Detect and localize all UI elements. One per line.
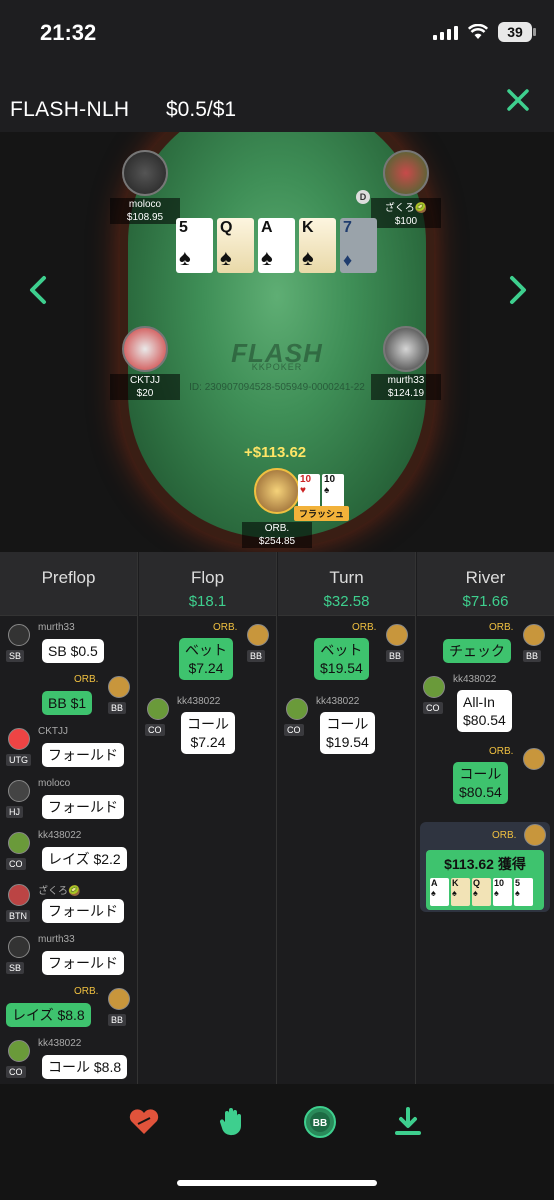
- seat-top-right[interactable]: ざくろ🥝 $100: [371, 150, 441, 228]
- seat-stack: $100: [371, 215, 441, 228]
- winning-card: A ♠: [430, 878, 449, 906]
- player-avatar: [108, 988, 130, 1010]
- street-title: Preflop: [41, 568, 96, 587]
- heart-fold-icon[interactable]: [126, 1104, 162, 1140]
- hand-history: Preflop murth33 SB SB $0.5 ORB. BB BB $1…: [0, 552, 554, 1084]
- player-avatar: [423, 676, 445, 698]
- player-avatar: [8, 624, 30, 646]
- street-pot: $18.1: [188, 593, 227, 610]
- player-avatar: [8, 780, 30, 802]
- player-avatar: [386, 624, 408, 646]
- poker-table: FLASH KKPOKER ID: 230907094528-505949-00…: [0, 132, 554, 552]
- hand-id: ID: 230907094528-505949-0000241-22: [189, 382, 365, 393]
- stakes: $0.5/$1: [166, 98, 237, 121]
- street-header-river[interactable]: River $71.66: [417, 552, 554, 616]
- preflop-column: Preflop murth33 SB SB $0.5 ORB. BB BB $1…: [0, 552, 138, 1084]
- flop-column: Flop $18.1 ORB. BB ベット $7.24 kk438022 CO …: [139, 552, 277, 1084]
- player-avatar: [523, 748, 545, 770]
- winner-box: ORB. $113.62 獲得 A ♠ K ♠ Q ♠ 10 ♠ 5 ♠: [420, 822, 550, 912]
- player-avatar: [8, 832, 30, 854]
- home-indicator[interactable]: [177, 1180, 377, 1186]
- wifi-icon: [468, 24, 488, 39]
- player-avatar: [147, 698, 169, 720]
- player-avatar: [524, 824, 546, 846]
- felt-logo-sub: KKPOKER: [251, 362, 303, 372]
- bb-chip-icon[interactable]: BB: [302, 1104, 338, 1140]
- previous-hand-arrow-icon[interactable]: [24, 272, 54, 308]
- download-icon[interactable]: [390, 1104, 426, 1140]
- river-column: River $71.66 ORB. BB チェック kk438022 CO Al…: [417, 552, 554, 1084]
- street-pot: $32.58: [323, 593, 370, 610]
- winning-card: 10 ♠: [493, 878, 512, 906]
- player-avatar: [8, 1040, 30, 1062]
- turn-column: Turn $32.58 ORB. BB ベット $19.54 kk438022 C…: [278, 552, 416, 1084]
- header: FLASH-NLH $0.5/$1: [0, 70, 554, 132]
- street-header-turn[interactable]: Turn $32.58: [278, 552, 415, 616]
- avatar: [383, 326, 429, 372]
- hero-card: 10 ♠: [322, 474, 344, 508]
- player-avatar: [108, 676, 130, 698]
- player-avatar: [286, 698, 308, 720]
- hand-icon[interactable]: [214, 1104, 250, 1140]
- winning-card: 5 ♠: [514, 878, 533, 906]
- seat-top-left[interactable]: moloco $108.95: [110, 150, 180, 224]
- avatar: [122, 326, 168, 372]
- player-avatar: [8, 884, 30, 906]
- seat-name: CKTJJ: [110, 374, 180, 387]
- community-cards: 5 ♠ Q ♠ A ♠ K ♠ 7 ♦: [176, 218, 377, 273]
- winning-hand: A ♠ K ♠ Q ♠ 10 ♠ 5 ♠: [430, 878, 533, 906]
- avatar: [122, 150, 168, 196]
- signal-icon: [433, 24, 458, 40]
- seat-mid-right[interactable]: murth33 $124.19: [371, 326, 441, 400]
- seat-stack: $20: [110, 387, 180, 400]
- hand-rank-badge: フラッシュ: [294, 506, 350, 521]
- hero-card: 10 ♥: [298, 474, 320, 508]
- close-icon[interactable]: [504, 86, 532, 114]
- game-title: FLASH-NLH: [10, 98, 130, 121]
- seat-mid-left[interactable]: CKTJJ $20: [110, 326, 180, 400]
- svg-text:BB: BB: [313, 1118, 327, 1129]
- seat-stack: $124.19: [371, 387, 441, 400]
- hero-cards: 10 ♥ 10 ♠: [298, 474, 344, 508]
- seat-name: moloco: [110, 198, 180, 211]
- battery-icon: 39: [498, 22, 536, 42]
- street-title: Turn: [329, 568, 364, 587]
- street-pot: $71.66: [462, 593, 509, 610]
- next-hand-arrow-icon[interactable]: [502, 272, 532, 308]
- status-icons: 39: [433, 22, 536, 42]
- board-card: Q ♠: [217, 218, 254, 273]
- player-avatar: [8, 936, 30, 958]
- dealer-button: D: [356, 190, 370, 204]
- seat-name: ORB.: [242, 522, 312, 535]
- seat-name: ざくろ🥝: [371, 198, 441, 215]
- status-time: 21:32: [40, 20, 97, 45]
- board-card: 7 ♦: [340, 218, 377, 273]
- winning-card: K ♠: [451, 878, 470, 906]
- player-avatar: [523, 624, 545, 646]
- player-avatar: [247, 624, 269, 646]
- winning-card: Q ♠: [472, 878, 491, 906]
- player-avatar: [8, 728, 30, 750]
- board-card: K ♠: [299, 218, 336, 273]
- status-bar: 21:32 39: [0, 0, 554, 70]
- seat-stack: $108.95: [110, 211, 180, 224]
- board-card: A ♠: [258, 218, 295, 273]
- street-title: River: [465, 568, 506, 587]
- win-amount: +$113.62: [244, 444, 307, 461]
- winner-label: $113.62 獲得 A ♠ K ♠ Q ♠ 10 ♠ 5 ♠: [426, 850, 544, 910]
- street-title: Flop: [190, 568, 225, 587]
- avatar: [383, 150, 429, 196]
- street-header-flop[interactable]: Flop $18.1: [139, 552, 276, 616]
- seat-name: murth33: [371, 374, 441, 387]
- street-header-preflop[interactable]: Preflop: [0, 552, 137, 616]
- seat-stack: $254.85: [242, 535, 312, 548]
- board-card: 5 ♠: [176, 218, 213, 273]
